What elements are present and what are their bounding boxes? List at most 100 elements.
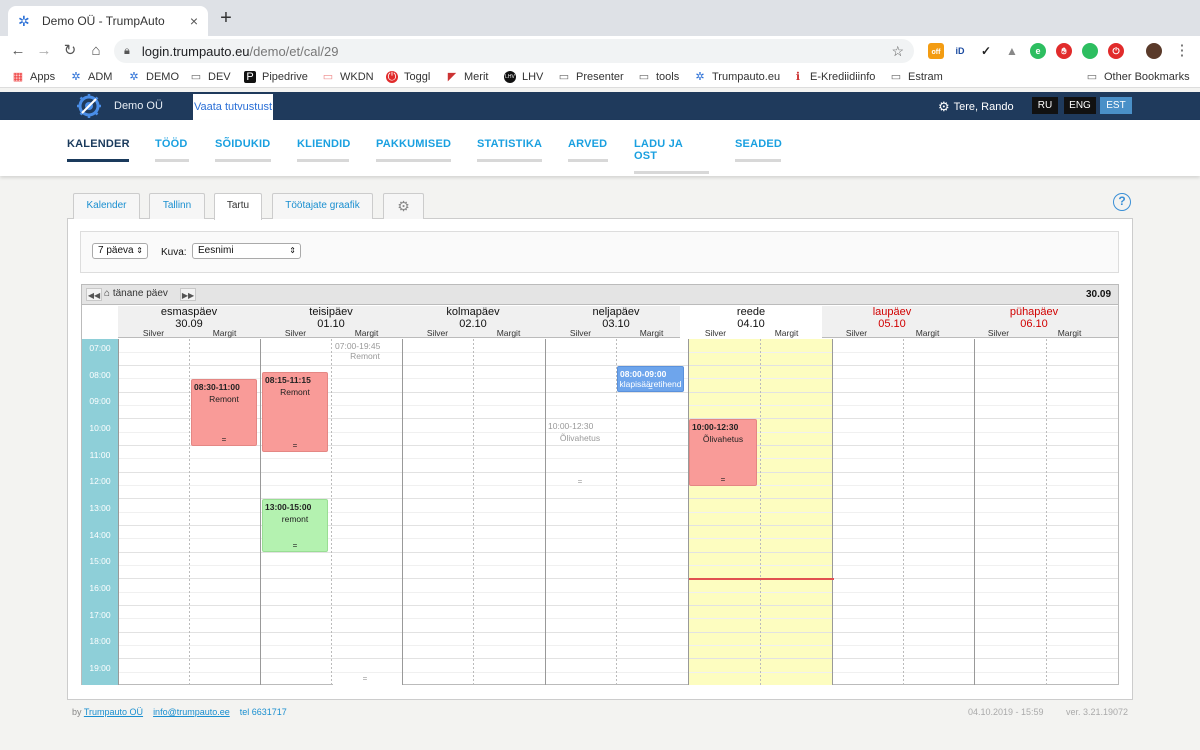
merit-icon: ◤ (447, 71, 457, 83)
calendar-event[interactable]: 08:00-09:00 klapisääretihend = (617, 366, 684, 392)
calendar-event[interactable]: 08:30-11:00 Remont = (191, 379, 257, 446)
extension-check-icon[interactable]: ✓ (978, 43, 994, 59)
lang-est-button[interactable]: EST (1100, 97, 1132, 114)
extension-id-icon[interactable]: iD (952, 43, 968, 59)
profile-avatar[interactable] (1146, 43, 1162, 59)
nav-kliendid[interactable]: KLIENDID (297, 138, 350, 162)
extension-stop-icon[interactable]: ✋︎ (1056, 43, 1072, 59)
subtab-kalender[interactable]: Kalender (73, 193, 140, 219)
bookmark-wkdn[interactable]: ▭ WKDN (322, 69, 374, 85)
help-icon[interactable]: ? (1113, 193, 1131, 211)
new-tab-icon[interactable]: + (216, 8, 236, 28)
home-icon[interactable]: ⌂ (86, 41, 106, 61)
footer-email-link[interactable]: info@trumpauto.ee (153, 707, 230, 717)
subtab-tartu[interactable]: Tartu (214, 193, 262, 220)
menu-kebab-icon[interactable]: ⋮ (1172, 41, 1192, 61)
bookmark-dev[interactable]: ▭ DEV (190, 69, 231, 85)
footer-credits: by Trumpauto OÜ info@trumpauto.ee tel 66… (72, 707, 287, 717)
nav-statistika[interactable]: STATISTIKA (477, 138, 542, 162)
drag-handle-icon[interactable]: = (263, 441, 327, 450)
browser-tabbar: ✲ Demo OÜ - TrumpAuto × + (0, 0, 1200, 36)
company-name[interactable]: Demo OÜ (114, 100, 163, 112)
half-hour-line (118, 672, 1118, 673)
lang-ru-button[interactable]: RU (1032, 97, 1058, 114)
tour-button[interactable]: Vaata tutvustust (193, 94, 273, 120)
calendar-event-unavailable[interactable]: 10:00-12:30 Õlivahetus = (546, 419, 614, 487)
hour-label: 17:00 (89, 610, 111, 620)
footer-company-link[interactable]: Trumpauto OÜ (84, 707, 143, 717)
nav-kalender[interactable]: KALENDER (67, 138, 130, 162)
drag-handle-icon[interactable]: = (333, 674, 397, 683)
subtab-tootajate-graafik[interactable]: Töötajate graafik (272, 193, 373, 219)
lang-eng-button[interactable]: ENG (1064, 97, 1096, 114)
next-week-icon[interactable]: ▶▶ (180, 288, 196, 301)
bookmark-apps[interactable]: ▦ Apps (12, 69, 55, 85)
back-arrow-icon[interactable]: ← (8, 41, 28, 61)
bookmark-tools[interactable]: ▭ tools (638, 69, 679, 85)
bookmark-merit[interactable]: ◤ Merit (446, 69, 489, 85)
close-tab-icon[interactable]: × (190, 13, 198, 29)
calendar-event[interactable]: 10:00-12:30 Õlivahetus = (689, 419, 757, 486)
nav-tood[interactable]: TÖÖD (155, 138, 189, 162)
home-icon: ⌂ (104, 288, 113, 299)
hour-label: 09:00 (89, 396, 111, 406)
today-button[interactable]: ⌂ tänane päev (104, 288, 168, 301)
drag-handle-icon[interactable]: = (263, 541, 327, 550)
staff-divider (331, 339, 332, 685)
view-select[interactable]: Eesnimi ⇕ (192, 243, 301, 259)
extension-chat-icon[interactable] (1082, 43, 1098, 59)
bookmark-demo[interactable]: ✲ DEMO (128, 69, 179, 85)
prev-week-icon[interactable]: ◀◀ (86, 288, 102, 301)
nav-seaded[interactable]: SEADED (735, 138, 782, 162)
bookmark-adm[interactable]: ✲ ADM (70, 69, 112, 85)
staff-divider (189, 339, 190, 685)
browser-tab[interactable]: ✲ Demo OÜ - TrumpAuto × (8, 6, 208, 36)
bookmark-other[interactable]: ▭ Other Bookmarks (1086, 69, 1190, 85)
extension-off-icon[interactable]: off (928, 43, 944, 59)
bookmark-presenter[interactable]: ▭ Presenter (558, 69, 624, 85)
staff-label: Silver (142, 328, 165, 338)
address-bar[interactable]: 🔒︎ login.trumpauto.eu/demo/et/cal/29 ☆ (114, 39, 914, 63)
calendar-event[interactable]: 13:00-15:00 remont = (262, 499, 328, 552)
pipedrive-icon: P (244, 71, 256, 83)
range-select[interactable]: 7 päeva ⇕ (92, 243, 148, 259)
trumpauto-logo-icon[interactable] (76, 93, 102, 119)
drag-handle-icon[interactable]: = (192, 435, 256, 444)
bookmark-ekrediidiinfo[interactable]: ℹ E-Krediidiinfo (792, 69, 876, 85)
nav-arved[interactable]: ARVED (568, 138, 608, 162)
extension-drive-icon[interactable]: ▲ (1004, 43, 1020, 59)
bookmark-lhv[interactable]: LHV LHV (504, 69, 543, 85)
subtab-settings-gear-icon[interactable]: ⚙ (383, 193, 424, 219)
drag-handle-icon[interactable]: = (618, 383, 683, 391)
nav-ladu-ja-ost[interactable]: LADU JA OST (634, 138, 709, 174)
hour-label: 16:00 (89, 583, 111, 593)
folder-icon: ▭ (890, 71, 902, 83)
folder-icon: ▭ (558, 71, 570, 83)
drag-handle-icon[interactable]: = (690, 475, 756, 484)
drag-handle-icon[interactable]: = (546, 477, 614, 486)
hour-label: 18:00 (89, 636, 111, 646)
staff-divider (903, 339, 904, 685)
calendar-event-unavailable[interactable]: 07:00-19:45 Remont = (333, 339, 397, 684)
extension-power-icon[interactable]: ⏻ (1108, 43, 1124, 59)
day-divider (118, 339, 119, 685)
bookmark-toggl[interactable]: ⏻ Toggl (386, 69, 430, 85)
half-hour-line (118, 565, 1118, 566)
bookmark-estram[interactable]: ▭ Estram (890, 69, 943, 85)
nav-pakkumised[interactable]: PAKKUMISED (376, 138, 451, 162)
reload-icon[interactable]: ↻ (60, 41, 80, 61)
subtab-tallinn[interactable]: Tallinn (149, 193, 205, 219)
nav-soidukid[interactable]: SÕIDUKID (215, 138, 271, 162)
bookmark-pipedrive[interactable]: P Pipedrive (244, 69, 308, 85)
bookmark-star-icon[interactable]: ☆ (891, 43, 904, 60)
updown-icon: ⇕ (289, 246, 296, 255)
forward-arrow-icon[interactable]: → (34, 41, 54, 61)
calendar-event[interactable]: 08:15-11:15 Remont = (262, 372, 328, 452)
calendar-toolbar (81, 284, 1119, 305)
bookmark-trumpauto[interactable]: ✲ Trumpauto.eu (694, 69, 780, 85)
url-host: login.trumpauto.eu (141, 43, 250, 59)
user-greeting[interactable]: ⚙ Tere, Rando (938, 99, 1014, 115)
day-divider (688, 339, 689, 685)
hour-label: 11:00 (89, 450, 111, 460)
extension-evernote-icon[interactable]: e (1030, 43, 1046, 59)
